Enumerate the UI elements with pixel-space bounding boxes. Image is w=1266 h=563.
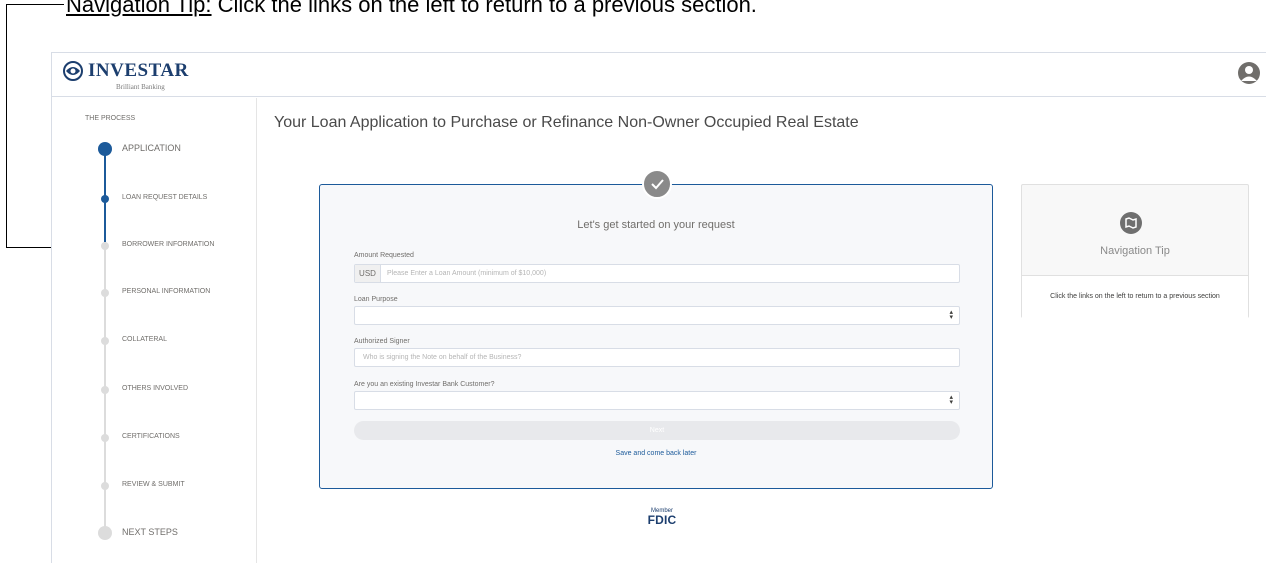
navigation-tip-body: Click the links on the left to return to… — [1022, 276, 1248, 318]
sidebar-item-label: REVIEW & SUBMIT — [122, 481, 185, 488]
sidebar-item-label: CERTIFICATIONS — [122, 433, 180, 440]
sidebar-item-label: PERSONAL INFORMATION — [122, 288, 211, 295]
navigation-tip-card: Navigation Tip Click the links on the le… — [1021, 184, 1249, 318]
amount-field[interactable]: USD Please Enter a Loan Amount (minimum … — [354, 264, 960, 283]
sidebar-item-label: LOAN REQUEST DETAILS — [122, 194, 208, 201]
step-dot — [101, 386, 109, 394]
form-heading: Let's get started on your request — [577, 219, 735, 231]
sidebar-item-review-submit[interactable]: REVIEW & SUBMIT — [52, 476, 257, 496]
investar-logo[interactable]: INVESTAR Brilliant Banking — [62, 59, 188, 91]
step-dot — [98, 142, 112, 156]
select-arrows-icon: ▴ ▾ — [949, 309, 953, 321]
process-sidebar: THE PROCESS APPLICATION LOAN REQUEST DET… — [52, 98, 257, 563]
sidebar-item-next-steps[interactable]: NEXT STEPS — [52, 524, 257, 544]
annotation-heading: Navigation Tip: Click the links on the l… — [66, 0, 757, 18]
app-window: INVESTAR Brilliant Banking THE PROCESS A… — [51, 52, 1266, 563]
currency-addon: USD — [355, 265, 381, 282]
sidebar-item-personal-information[interactable]: PERSONAL INFORMATION — [52, 283, 257, 303]
annotation-heading-label: Navigation Tip: — [66, 0, 212, 17]
loan-purpose-label: Loan Purpose — [354, 296, 398, 303]
user-avatar-icon[interactable] — [1238, 62, 1260, 84]
logo-subtitle: Brilliant Banking — [116, 83, 165, 91]
sidebar-item-label: OTHERS INVOLVED — [122, 385, 188, 392]
authorized-signer-label: Authorized Signer — [354, 338, 410, 345]
annotation-connector-top — [6, 4, 64, 5]
existing-customer-label: Are you an existing Investar Bank Custom… — [354, 381, 495, 388]
sidebar-item-application[interactable]: APPLICATION — [52, 140, 257, 160]
authorized-signer-input[interactable]: Who is signing the Note on behalf of the… — [354, 348, 960, 367]
sidebar-item-certifications[interactable]: CERTIFICATIONS — [52, 428, 257, 448]
logo-text: INVESTAR — [88, 60, 189, 81]
fdic-logo: Member FDIC — [642, 508, 682, 527]
app-header: INVESTAR Brilliant Banking — [52, 53, 1266, 97]
sidebar-item-others-involved[interactable]: OTHERS INVOLVED — [52, 380, 257, 400]
sidebar-item-label: NEXT STEPS — [122, 527, 178, 537]
step-dot — [101, 289, 109, 297]
sidebar-item-collateral[interactable]: COLLATERAL — [52, 331, 257, 351]
fdic-text: FDIC — [647, 513, 677, 527]
sidebar-item-label: APPLICATION — [122, 143, 181, 153]
map-icon — [1120, 212, 1142, 234]
process-title: THE PROCESS — [85, 115, 136, 122]
sidebar-item-borrower-information[interactable]: BORROWER INFORMATION — [52, 236, 257, 256]
main-content: Your Loan Application to Purchase or Ref… — [258, 98, 1266, 563]
page-title: Your Loan Application to Purchase or Ref… — [274, 114, 859, 131]
sidebar-item-label: COLLATERAL — [122, 336, 167, 343]
step-dot — [101, 482, 109, 490]
step-dot — [101, 337, 109, 345]
step-dot — [98, 526, 112, 540]
select-arrows-icon: ▴ ▾ — [949, 394, 953, 406]
sidebar-item-loan-request-details[interactable]: LOAN REQUEST DETAILS — [52, 189, 257, 209]
annotation-connector-vertical — [6, 4, 7, 248]
step-dot — [101, 195, 109, 203]
amount-label: Amount Requested — [354, 252, 414, 259]
step-dot — [101, 242, 109, 250]
amount-placeholder: Please Enter a Loan Amount (minimum of $… — [387, 270, 547, 277]
logo-mark-icon — [63, 61, 83, 81]
existing-customer-select[interactable]: ▴ ▾ — [354, 391, 960, 410]
save-and-come-back-link[interactable]: Save and come back later — [320, 450, 992, 457]
check-icon — [642, 169, 672, 199]
annotation-heading-text: Click the links on the left to return to… — [211, 0, 757, 17]
next-button[interactable]: Next — [354, 421, 960, 440]
authorized-signer-placeholder: Who is signing the Note on behalf of the… — [363, 354, 522, 361]
navigation-tip-title: Navigation Tip — [1100, 245, 1170, 257]
step-dot — [101, 434, 109, 442]
sidebar-item-label: BORROWER INFORMATION — [122, 241, 215, 248]
loan-request-form: Let's get started on your request Amount… — [319, 169, 993, 489]
loan-purpose-select[interactable]: ▴ ▾ — [354, 306, 960, 325]
